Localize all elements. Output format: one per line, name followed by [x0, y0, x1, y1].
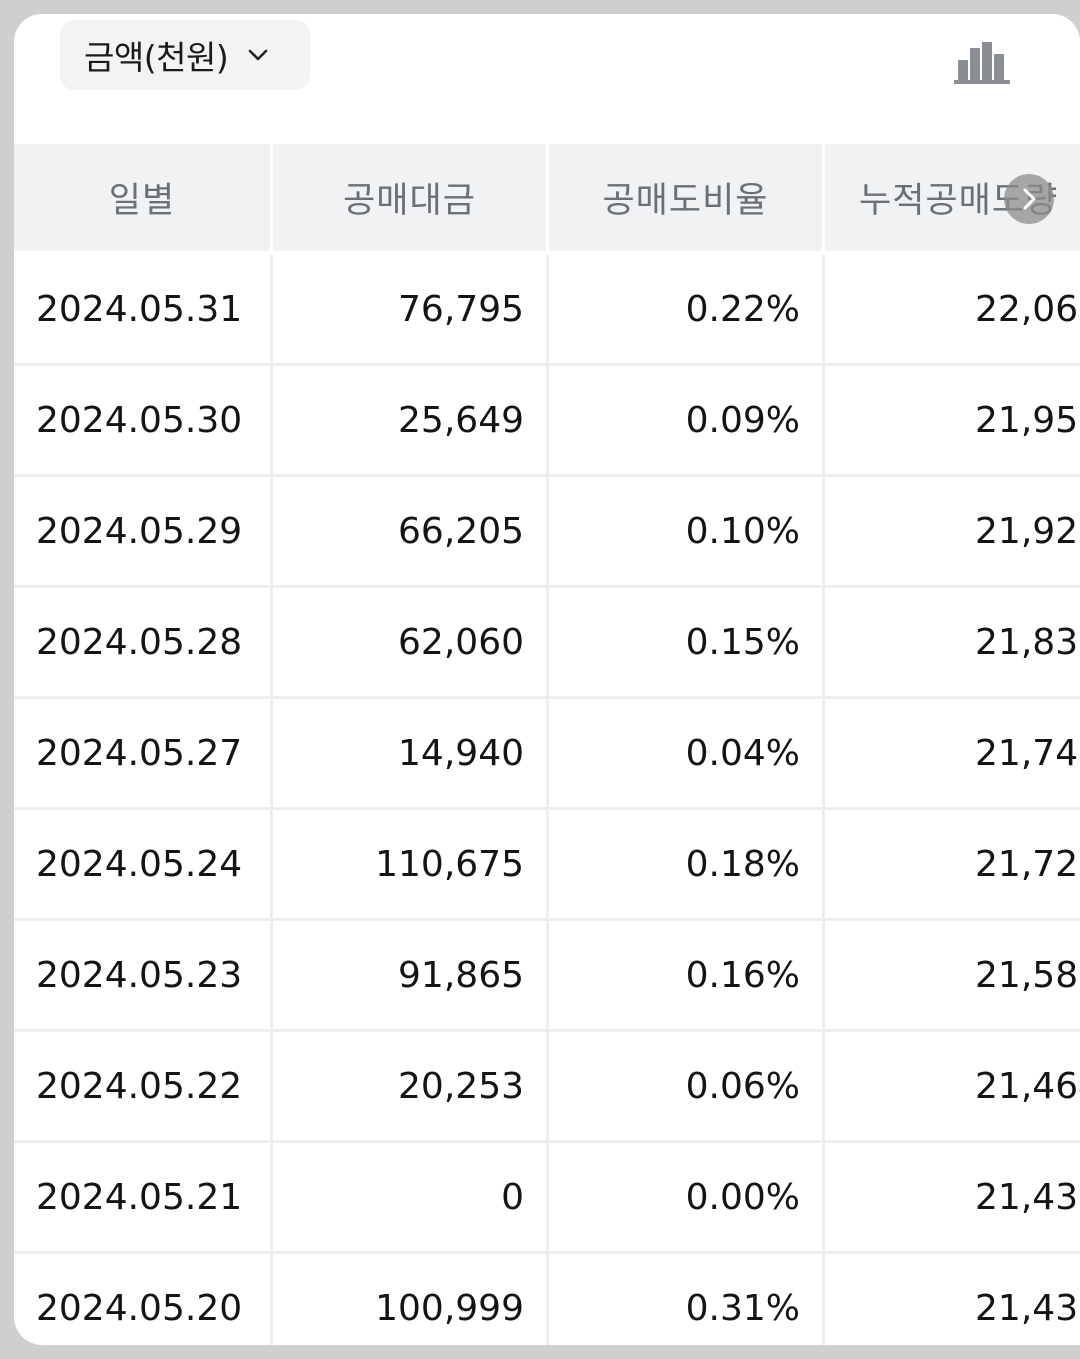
cell-amount: 110,675 [273, 810, 549, 921]
cell-amount: 14,940 [273, 699, 549, 810]
cell-ratio: 0.10% [549, 477, 825, 588]
cell-date: 2024.05.28 [14, 588, 273, 699]
scroll-right-button[interactable] [1004, 174, 1054, 224]
cell-ratio: 0.00% [549, 1143, 825, 1254]
cell-amount: 76,795 [273, 255, 549, 366]
bar-chart-icon[interactable] [950, 26, 1014, 86]
cell-ratio: 0.16% [549, 921, 825, 1032]
cell-date: 2024.05.30 [14, 366, 273, 477]
cell-ratio: 0.22% [549, 255, 825, 366]
chevron-down-icon [246, 43, 270, 67]
cell-ratio: 0.18% [549, 810, 825, 921]
cell-amount: 0 [273, 1143, 549, 1254]
cell-ratio: 0.06% [549, 1032, 825, 1143]
unit-dropdown-label: 금액(천원) [84, 38, 229, 77]
cell-amount: 91,865 [273, 921, 549, 1032]
cell-date: 2024.05.24 [14, 810, 273, 921]
cell-date: 2024.05.29 [14, 477, 273, 588]
cell-cumulative: 21,464 [825, 1032, 1080, 1143]
data-table: 일별 공매대금 공매도비율 누적공매도량 2024.05.31 76,795 0.2… [14, 144, 1080, 1345]
cell-amount: 25,649 [273, 366, 549, 477]
cell-cumulative: 21,749 [825, 699, 1080, 810]
cell-amount: 20,253 [273, 1032, 549, 1143]
cell-cumulative: 21,438 [825, 1143, 1080, 1254]
cell-amount: 62,060 [273, 588, 549, 699]
cell-date: 2024.05.22 [14, 1032, 273, 1143]
cell-date: 2024.05.27 [14, 699, 273, 810]
cell-date: 2024.05.31 [14, 255, 273, 366]
cell-amount: 66,205 [273, 477, 549, 588]
data-table-scroll-area[interactable]: 일별 공매대금 공매도비율 누적공매도량 2024.05.31 76,795 0.2… [14, 144, 1080, 1345]
short-selling-card: 금액(천원) 일별 공매대금 공매도비율 누적공매도량 2024.05.31 76… [14, 14, 1080, 1345]
cell-cumulative: 21,583 [825, 921, 1080, 1032]
cell-cumulative: 22,063 [825, 255, 1080, 366]
unit-dropdown[interactable]: 금액(천원) [60, 20, 310, 90]
cell-date: 2024.05.20 [14, 1254, 273, 1345]
cell-ratio: 0.09% [549, 366, 825, 477]
cell-ratio: 0.31% [549, 1254, 825, 1345]
cell-ratio: 0.04% [549, 699, 825, 810]
toolbar: 금액(천원) [14, 14, 1080, 144]
cell-cumulative: 21,438 [825, 1254, 1080, 1345]
cell-date: 2024.05.23 [14, 921, 273, 1032]
cell-cumulative: 21,832 [825, 588, 1080, 699]
column-header-amount[interactable]: 공매대금 [273, 144, 549, 251]
cell-amount: 100,999 [273, 1254, 549, 1345]
cell-ratio: 0.15% [549, 588, 825, 699]
cell-date: 2024.05.21 [14, 1143, 273, 1254]
cell-cumulative: 21,958 [825, 366, 1080, 477]
column-header-ratio[interactable]: 공매도비율 [549, 144, 825, 251]
column-header-date[interactable]: 일별 [14, 144, 273, 251]
cell-cumulative: 21,923 [825, 477, 1080, 588]
chevron-right-icon [1023, 188, 1036, 210]
cell-cumulative: 21,729 [825, 810, 1080, 921]
